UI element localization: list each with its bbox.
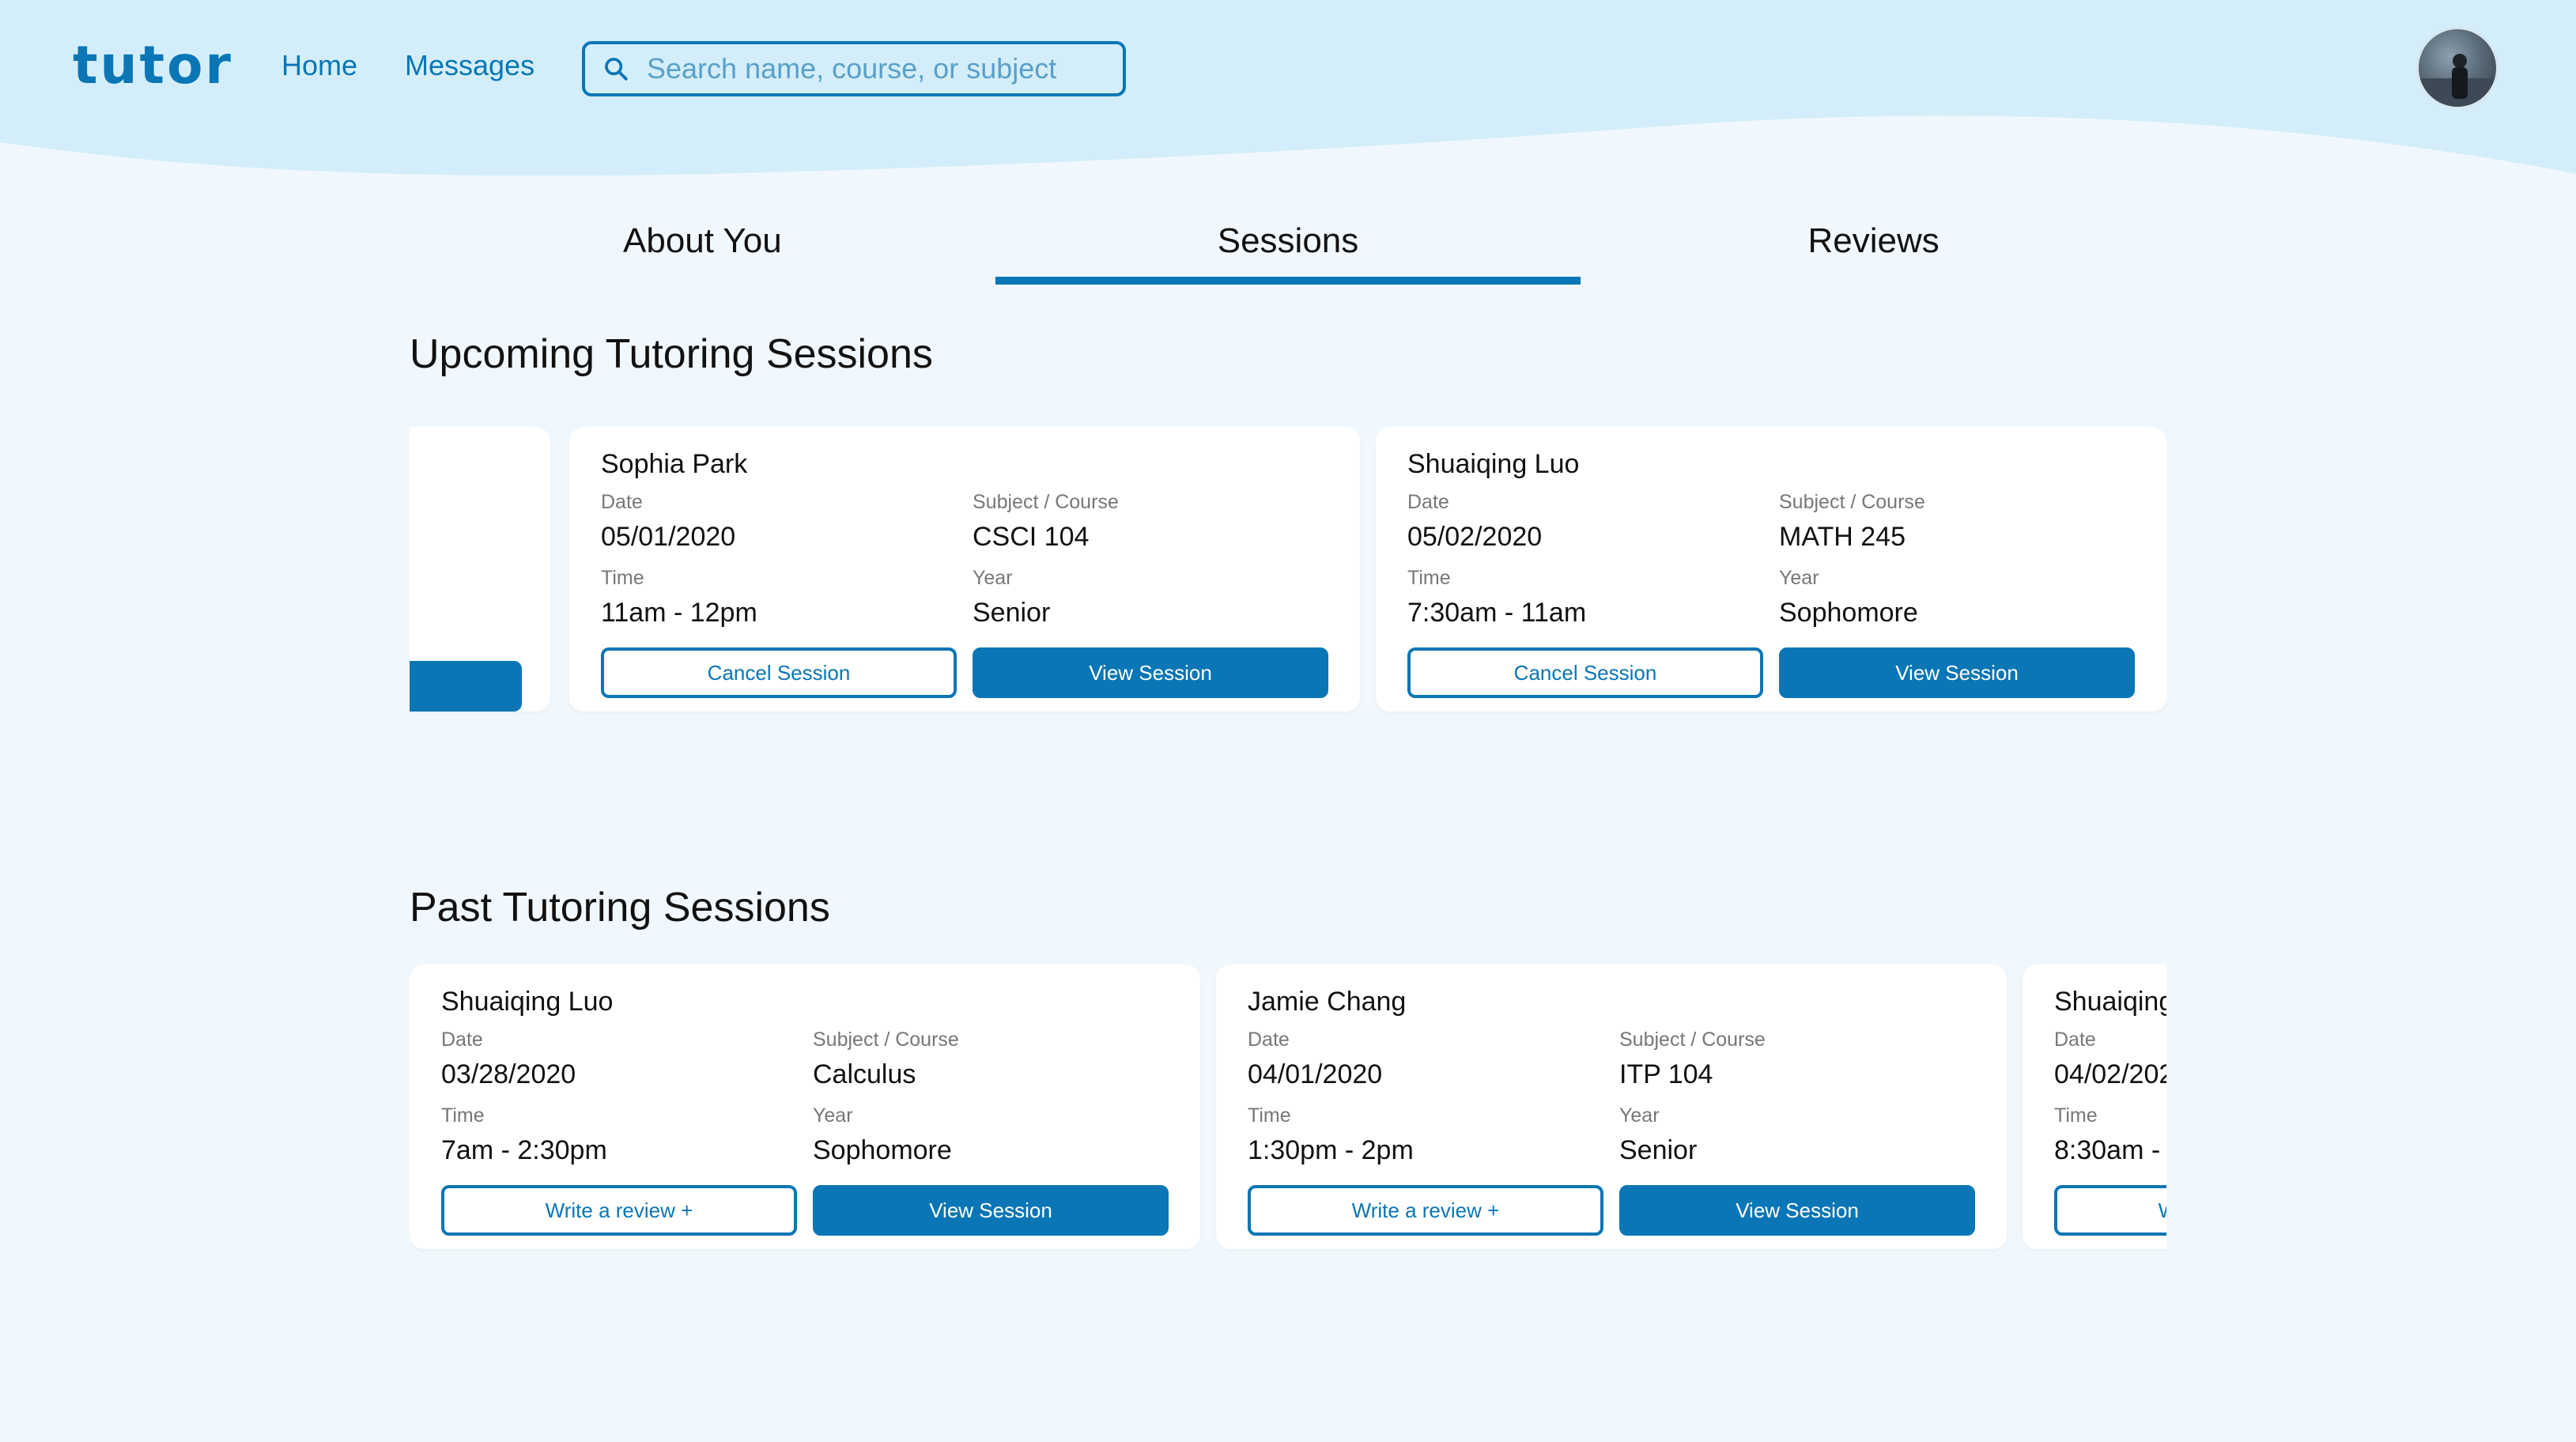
year-label: Year xyxy=(1779,567,1819,589)
view-session-button[interactable]: View Session xyxy=(813,1185,1169,1236)
student-name: Jamie Chang xyxy=(1248,987,1407,1017)
student-year: Senior xyxy=(973,598,1051,628)
year-label: Year xyxy=(1619,1104,1660,1127)
session-card-partial xyxy=(410,427,550,712)
subject-label: Subject / Course xyxy=(813,1029,959,1051)
session-card: Jamie Chang Date 04/01/2020 Subject / Cou… xyxy=(1216,964,2007,1249)
session-date: 03/28/2020 xyxy=(441,1059,576,1089)
subject-label: Subject / Course xyxy=(1619,1029,1766,1051)
profile-tabs: About You Sessions Reviews xyxy=(410,213,2166,285)
date-label: Date xyxy=(1248,1029,1290,1051)
session-card-partial: Shuaiqing Luo Date 04/02/2020 Time 8:30am … xyxy=(2023,964,2166,1249)
date-label: Date xyxy=(601,491,643,513)
session-subject: MATH 245 xyxy=(1779,522,1906,552)
search-box[interactable] xyxy=(582,41,1126,96)
session-card: Sophia Park Date 05/01/2020 Subject / Cou… xyxy=(569,427,1360,712)
session-date: 04/01/2020 xyxy=(1248,1059,1383,1089)
time-label: Time xyxy=(2054,1104,2098,1127)
subject-label: Subject / Course xyxy=(973,491,1119,513)
write-review-button[interactable]: Write a review + xyxy=(2054,1185,2166,1236)
time-label: Time xyxy=(1248,1104,1291,1127)
nav-messages-link[interactable]: Messages xyxy=(405,49,534,82)
year-label: Year xyxy=(973,567,1013,589)
session-time: 11am - 12pm xyxy=(601,598,757,628)
tutor-logo[interactable]: tutor xyxy=(73,35,233,96)
nav-home-link[interactable]: Home xyxy=(281,49,357,82)
year-label: Year xyxy=(813,1104,853,1127)
page: tutor Home Messages About You Sessions R… xyxy=(0,0,2576,1442)
write-review-button[interactable]: Write a review + xyxy=(1248,1185,1603,1236)
tab-sessions[interactable]: Sessions xyxy=(995,213,1581,285)
cancel-session-button[interactable]: Cancel Session xyxy=(601,647,957,698)
header-background xyxy=(0,0,2576,176)
write-review-button[interactable]: Write a review + xyxy=(441,1185,797,1236)
tab-about-you[interactable]: About You xyxy=(410,213,995,285)
session-card: Shuaiqing Luo Date 05/02/2020 Subject / C… xyxy=(1376,427,2166,712)
session-subject: ITP 104 xyxy=(1619,1059,1713,1089)
time-label: Time xyxy=(601,567,644,589)
view-session-button[interactable]: View Session xyxy=(1779,647,2135,698)
student-year: Sophomore xyxy=(813,1135,952,1165)
cancel-session-button[interactable]: Cancel Session xyxy=(1407,647,1763,698)
upcoming-sessions-carousel[interactable]: Sophia Park Date 05/01/2020 Subject / Cou… xyxy=(410,427,2166,727)
date-label: Date xyxy=(1407,491,1449,513)
past-sessions-title: Past Tutoring Sessions xyxy=(410,885,830,931)
time-label: Time xyxy=(1407,567,1451,589)
session-time: 1:30pm - 2pm xyxy=(1248,1135,1414,1165)
session-time: 8:30am - xyxy=(2054,1135,2161,1165)
upcoming-sessions-title: Upcoming Tutoring Sessions xyxy=(410,331,933,377)
session-time: 7am - 2:30pm xyxy=(441,1135,607,1165)
session-subject: Calculus xyxy=(813,1059,916,1089)
student-name: Shuaiqing Luo xyxy=(441,987,614,1017)
session-time: 7:30am - 11am xyxy=(1407,598,1587,628)
search-input[interactable] xyxy=(647,52,1105,85)
search-icon xyxy=(605,58,628,81)
student-name: Shuaiqing Luo xyxy=(2054,987,2166,1017)
student-name: Sophia Park xyxy=(601,449,748,479)
student-name: Shuaiqing Luo xyxy=(1407,449,1580,479)
student-year: Sophomore xyxy=(1779,598,1918,628)
subject-label: Subject / Course xyxy=(1779,491,1925,513)
tab-reviews[interactable]: Reviews xyxy=(1581,213,2166,285)
profile-avatar[interactable] xyxy=(2416,27,2499,109)
session-subject: CSCI 104 xyxy=(973,522,1090,552)
session-date: 05/02/2020 xyxy=(1407,522,1543,552)
view-session-button[interactable]: View Session xyxy=(1619,1185,1975,1236)
time-label: Time xyxy=(441,1104,485,1127)
view-session-button[interactable]: View Session xyxy=(973,647,1328,698)
student-year: Senior xyxy=(1619,1135,1698,1165)
date-label: Date xyxy=(441,1029,483,1051)
session-card: Shuaiqing Luo Date 03/28/2020 Subject / C… xyxy=(410,964,1200,1249)
view-session-button[interactable] xyxy=(410,661,522,712)
session-date: 05/01/2020 xyxy=(601,522,736,552)
date-label: Date xyxy=(2054,1029,2096,1051)
past-sessions-carousel[interactable]: Shuaiqing Luo Date 03/28/2020 Subject / C… xyxy=(410,964,2166,1265)
session-date: 04/02/2020 xyxy=(2054,1059,2166,1089)
